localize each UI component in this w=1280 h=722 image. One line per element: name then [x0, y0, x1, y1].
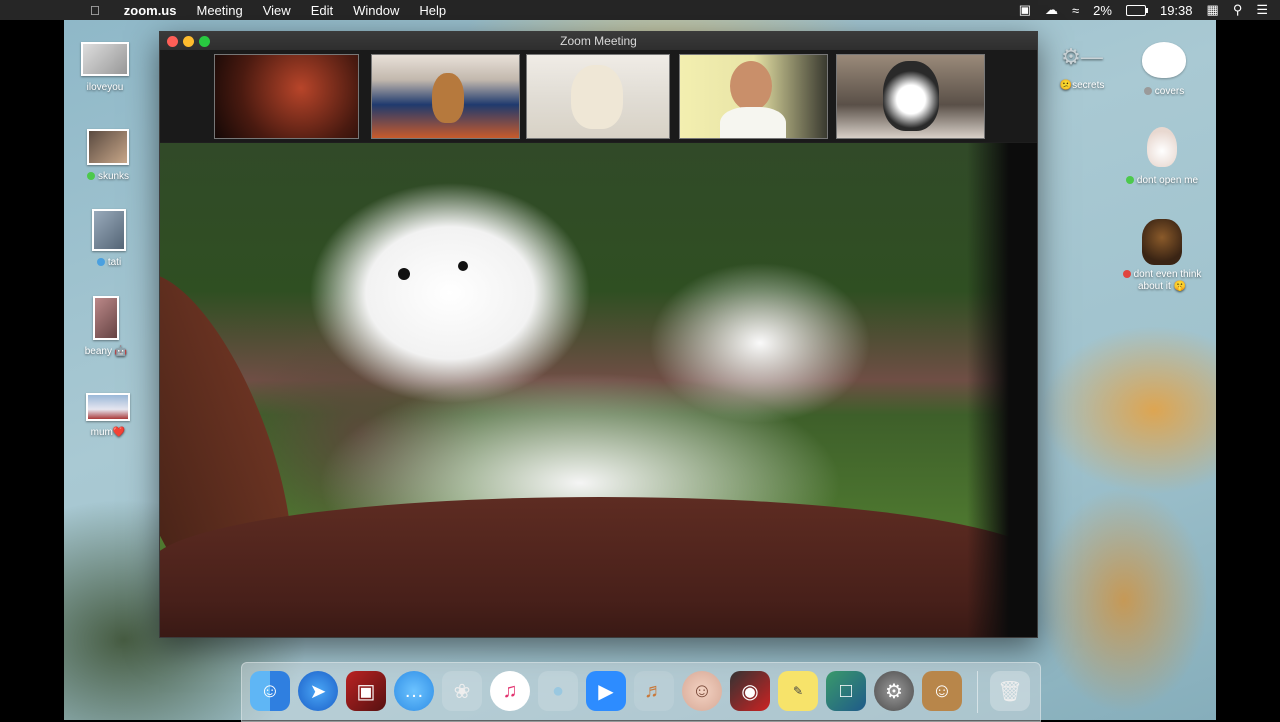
gray-tag-icon — [1143, 87, 1152, 95]
apple-menu-icon[interactable]:  — [80, 3, 114, 18]
thumbnail-image — [87, 129, 129, 165]
key-icon: ⚙— — [1061, 44, 1103, 69]
desktop-icon-label: secrets — [1072, 80, 1105, 91]
contacts-icon[interactable]: ☺ — [922, 671, 962, 711]
clock[interactable]: 19:38 — [1160, 3, 1193, 18]
window-titlebar[interactable]: Zoom Meeting — [160, 32, 1037, 50]
desktop-icon-dont-even-think-about-it[interactable]: dont even think about it 🤫 — [1112, 219, 1212, 293]
battery-icon[interactable] — [1125, 4, 1148, 16]
desktop-icon-label: dont even think about it 🤫 — [1133, 269, 1202, 292]
dock-separator — [977, 671, 978, 713]
zoom-icon[interactable]: ▶ — [586, 671, 626, 711]
desktop-icon-iloveyou[interactable]: iloveyou — [60, 42, 150, 93]
dog-shape — [571, 65, 623, 129]
window-title: Zoom Meeting — [560, 34, 637, 48]
kangaroo-app-icon[interactable]: ❀ — [442, 671, 482, 711]
participant-video-5[interactable] — [836, 54, 985, 139]
dog-shape — [432, 73, 464, 123]
emoji-tag: 😕 — [1059, 80, 1073, 91]
desktop-icon-secrets[interactable]: ⚙— 😕secrets — [1037, 42, 1127, 91]
preview-icon[interactable]: □ — [826, 671, 866, 711]
active-speaker-video[interactable] — [160, 143, 1037, 637]
dog-shape — [883, 61, 939, 131]
guitar-icon[interactable]: ♬ — [634, 671, 674, 711]
desktop-icon-tati[interactable]: tati — [64, 209, 154, 268]
video-foreground-shape — [160, 497, 1037, 637]
status-area: ▣ ☁ ≈ 2% 19:38 ▦ ⚲ ☰ — [1019, 0, 1268, 20]
dog-eye — [458, 261, 468, 271]
desktop-icon-label: beany 🤖 — [84, 346, 128, 357]
desktop-icon-covers[interactable]: covers — [1119, 42, 1209, 97]
lion-icon — [1142, 219, 1182, 265]
stickies-icon[interactable]: ✎ — [778, 671, 818, 711]
participant-strip — [160, 50, 1037, 142]
thumbnail-image — [86, 393, 130, 421]
bunny-doll-icon — [1147, 127, 1177, 167]
messages-icon[interactable]: … — [394, 671, 434, 711]
thumbnail-image — [93, 296, 119, 340]
video-shadow — [967, 143, 1037, 637]
face-app-icon[interactable]: ☺ — [682, 671, 722, 711]
photo-booth-icon[interactable]: ▣ — [346, 671, 386, 711]
menu-app-name[interactable]: zoom.us — [114, 3, 187, 18]
desktop-icon-skunks[interactable]: skunks — [63, 129, 153, 182]
dog-eye — [398, 268, 410, 280]
zoom-status-icon[interactable]: ▣ — [1019, 2, 1031, 18]
battery-percent: 2% — [1093, 2, 1112, 18]
desktop-icon-label: iloveyou — [86, 82, 124, 93]
seal-app-icon[interactable]: ● — [538, 671, 578, 711]
photo-app-icon[interactable]: ◉ — [730, 671, 770, 711]
desktop-icon-beany[interactable]: beany 🤖 — [61, 296, 151, 357]
menu-meeting[interactable]: Meeting — [186, 3, 252, 18]
desktop-icon-mum[interactable]: mum❤️ — [63, 393, 153, 438]
trash-icon[interactable]: 🗑 — [990, 671, 1030, 711]
participant-video-1[interactable] — [214, 54, 359, 139]
finder-icon[interactable]: ☺ — [250, 671, 290, 711]
fullscreen-button[interactable] — [199, 36, 210, 47]
notification-center-icon[interactable]: ☰ — [1256, 2, 1268, 18]
desktop-icon-label: covers — [1154, 86, 1185, 97]
system-preferences-icon[interactable]: ⚙ — [874, 671, 914, 711]
person-body-shape — [720, 107, 786, 138]
dock: ☺ ➤ ▣ … ❀ ♫ ● ▶ ♬ ☺ ◉ ✎ □ ⚙ ☺ 🗑 — [241, 662, 1041, 722]
person-shape — [730, 61, 772, 111]
participant-video-4[interactable] — [679, 54, 828, 139]
bunny-icon — [1142, 42, 1186, 78]
blue-tag-icon — [96, 258, 105, 266]
letterbox-left — [0, 20, 64, 720]
search-icon[interactable]: ⚲ — [1233, 2, 1243, 18]
calendar-icon[interactable]: ▦ — [1207, 2, 1219, 18]
zoom-meeting-window[interactable]: Zoom Meeting — [159, 31, 1038, 638]
desktop-icon-label: mum❤️ — [90, 427, 126, 438]
participant-video-2[interactable] — [371, 54, 520, 139]
thumbnail-image — [92, 209, 126, 251]
menu-left:  zoom.us Meeting View Edit Window Help — [80, 0, 456, 20]
participant-video-3[interactable] — [526, 54, 670, 139]
close-button[interactable] — [167, 36, 178, 47]
menu-view[interactable]: View — [253, 3, 301, 18]
thumbnail-image — [81, 42, 129, 76]
menu-help[interactable]: Help — [409, 3, 456, 18]
safari-icon[interactable]: ➤ — [298, 671, 338, 711]
menu-window[interactable]: Window — [343, 3, 409, 18]
green-tag-icon — [86, 172, 95, 180]
letterbox-right — [1216, 20, 1280, 720]
desktop-icon-label: tati — [107, 257, 122, 268]
red-tag-icon — [1122, 270, 1131, 278]
minimize-button[interactable] — [183, 36, 194, 47]
desktop-icon-label: dont open me — [1136, 175, 1199, 186]
menu-edit[interactable]: Edit — [301, 3, 343, 18]
desktop-icon-dont-open-me[interactable]: dont open me — [1117, 127, 1207, 186]
wifi-icon[interactable]: ≈ — [1072, 3, 1079, 18]
itunes-icon[interactable]: ♫ — [490, 671, 530, 711]
green-tag-icon — [1125, 176, 1134, 184]
creative-cloud-icon[interactable]: ☁ — [1045, 2, 1058, 18]
desktop-icon-label: skunks — [97, 171, 130, 182]
